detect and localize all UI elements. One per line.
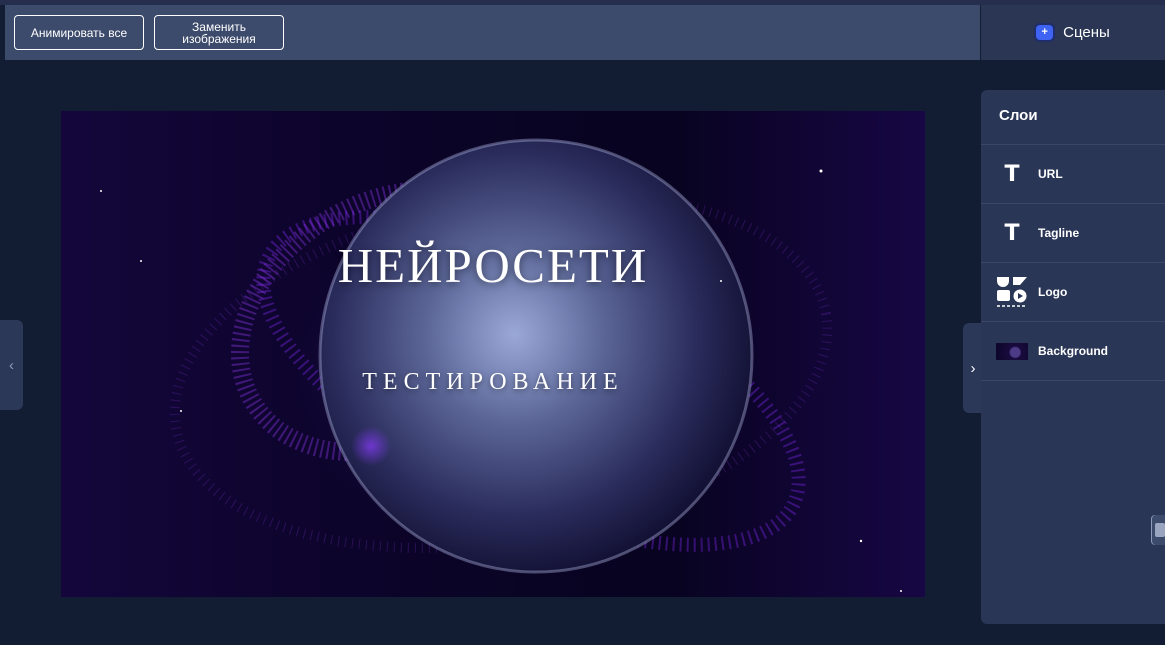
layers-panel-title: Слои xyxy=(999,107,1038,124)
layers-panel: Слои T URL T Tagline Logo Background xyxy=(981,90,1165,624)
panel-resize-handle[interactable] xyxy=(1151,515,1165,545)
scenes-tab-label: Сцены xyxy=(1063,24,1110,41)
layer-item-logo[interactable]: Logo xyxy=(981,262,1165,321)
text-icon: T xyxy=(1004,161,1020,187)
layer-item-url[interactable]: T URL xyxy=(981,144,1165,203)
chevron-left-icon: ‹ xyxy=(9,356,14,374)
layer-item-label: Logo xyxy=(1038,285,1068,299)
layer-item-background[interactable]: Background xyxy=(981,321,1165,381)
layer-item-label: Tagline xyxy=(1038,226,1080,240)
scenes-tab[interactable]: + Сцены xyxy=(981,5,1165,60)
animate-all-button[interactable]: Анимировать все xyxy=(14,15,144,50)
collapse-left-button[interactable]: ‹ xyxy=(0,320,23,410)
plus-square-icon: + xyxy=(1036,25,1054,40)
replace-images-button[interactable]: Заменить изображения xyxy=(154,15,284,50)
preview-tagline-text[interactable]: ТЕСТИРОВАНИЕ xyxy=(61,369,925,396)
layer-item-tagline[interactable]: T Tagline xyxy=(981,203,1165,262)
shapes-icon xyxy=(996,276,1028,308)
preview-background-art xyxy=(100,138,902,592)
layer-item-label: URL xyxy=(1038,167,1063,181)
video-preview[interactable]: НЕЙРОСЕТИ ТЕСТИРОВАНИЕ xyxy=(61,111,925,597)
layer-item-label: Background xyxy=(1038,344,1109,358)
collapse-layers-button[interactable]: › xyxy=(963,323,983,413)
text-icon: T xyxy=(1004,220,1020,246)
toolbar: Анимировать все Заменить изображения xyxy=(5,5,980,60)
image-thumbnail xyxy=(996,335,1028,367)
preview-title-text[interactable]: НЕЙРОСЕТИ xyxy=(61,237,925,294)
chevron-right-icon: › xyxy=(970,359,976,377)
